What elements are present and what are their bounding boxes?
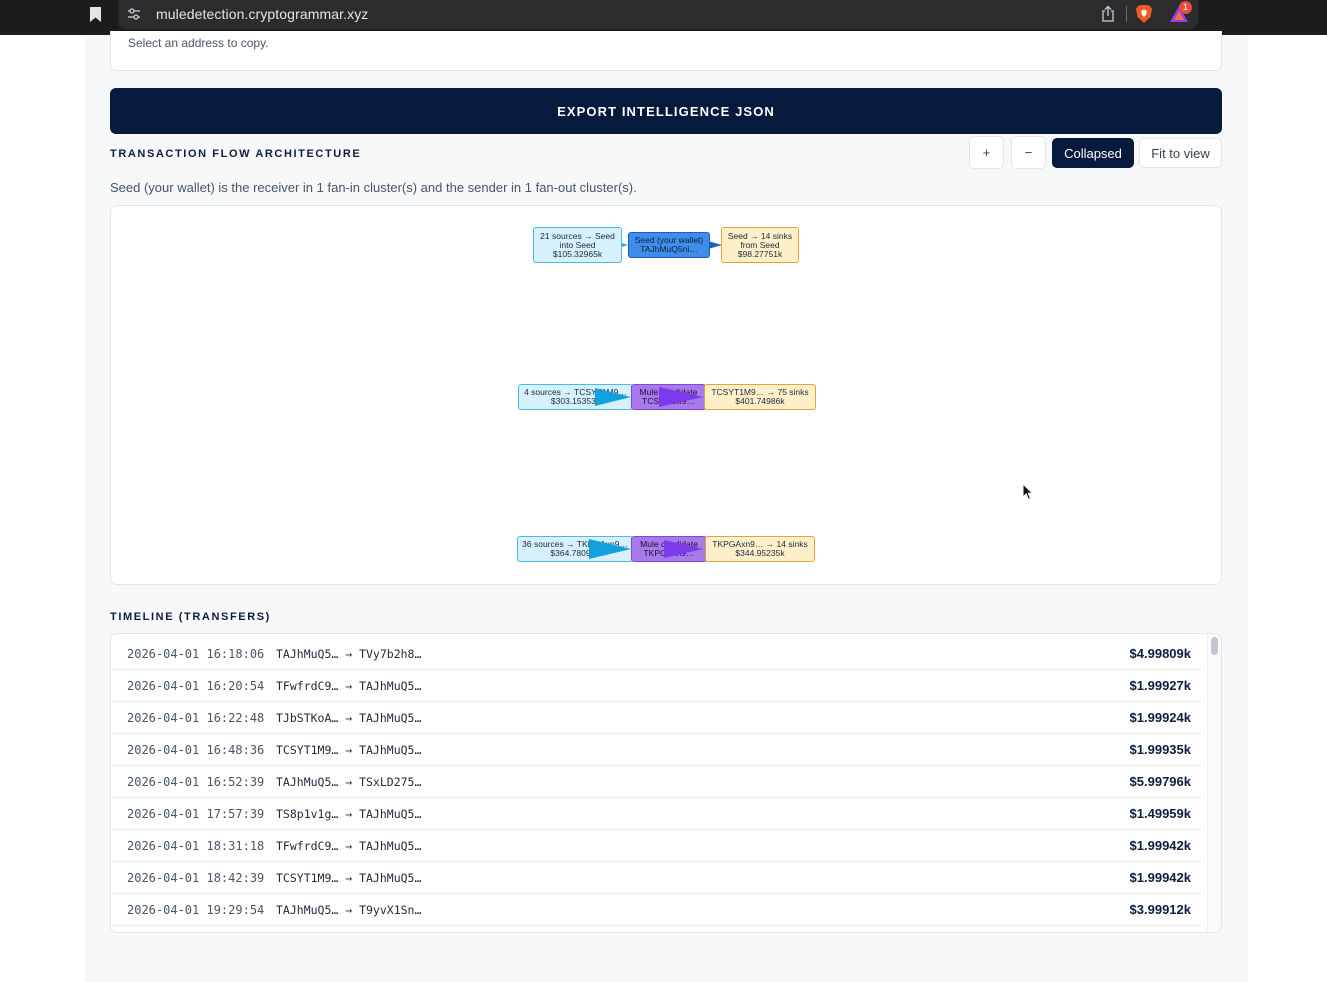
copy-hint: Select an address to copy. <box>128 36 269 50</box>
node-label: Seed → 14 sinks <box>727 231 793 241</box>
node-address: TAJhMuQ5ni… <box>640 245 698 254</box>
scrollbar-thumb[interactable] <box>1211 637 1218 655</box>
table-row[interactable]: 2026-04-01 16:18:06 TAJhMuQ5… → TVy7b2h8… <box>111 638 1201 670</box>
row-amount: $1.99935k <box>1129 742 1191 757</box>
node-address: TCSYT1M9… <box>642 397 695 406</box>
table-row[interactable]: 2026-04-01 18:42:39 TCSYT1M9… → TAJhMuQ5… <box>111 862 1201 894</box>
row-time: 2026-04-01 16:48:36 <box>127 743 265 757</box>
row-route[interactable]: TCSYT1M9… → TAJhMuQ5… <box>276 743 421 757</box>
row-route[interactable]: TAJhMuQ5… → TVy7b2h8… <box>276 647 421 661</box>
fit-to-view-button[interactable]: Fit to view <box>1139 138 1222 168</box>
table-row[interactable]: 2026-04-01 16:48:36 TCSYT1M9… → TAJhMuQ5… <box>111 734 1201 766</box>
timeline-list[interactable]: 2026-04-01 16:18:06 TAJhMuQ5… → TVy7b2h8… <box>110 633 1222 933</box>
table-row[interactable]: 2026-04-01 16:52:39 TAJhMuQ5… → TSxLD275… <box>111 766 1201 798</box>
bookmark-icon[interactable] <box>89 6 102 23</box>
row-amount: $1.49959k <box>1129 806 1191 821</box>
flow-graph-canvas[interactable]: 21 sources → Seed into Seed $105.32965k … <box>110 205 1222 585</box>
export-json-button[interactable]: EXPORT INTELLIGENCE JSON <box>110 88 1222 134</box>
row-amount: $1.99942k <box>1129 870 1191 885</box>
row-time: 2026-04-01 17:57:39 <box>127 807 265 821</box>
zoom-in-button[interactable]: + <box>969 136 1004 169</box>
notification-badge: 1 <box>1179 1 1192 14</box>
sink-cluster-node[interactable]: TCSYT1M9… → 75 sinks $401.74986k <box>704 384 816 410</box>
node-address: TKPGAxn9… <box>643 549 695 558</box>
brave-shield-icon[interactable] <box>1135 4 1153 24</box>
node-value: $401.74986k <box>735 397 785 406</box>
row-route[interactable]: TFwfrdC9… → TAJhMuQ5… <box>276 679 421 693</box>
row-route[interactable]: TFwfrdC9… → TAJhMuQ5… <box>276 839 421 853</box>
mule-candidate-node[interactable]: Mule candidate TKPGAxn9… <box>631 536 707 562</box>
row-time: 2026-04-01 18:31:18 <box>127 839 265 853</box>
source-cluster-node[interactable]: 21 sources → Seed into Seed $105.32965k <box>533 227 622 263</box>
node-value: $364.78098k <box>550 549 600 558</box>
flow-summary: Seed (your wallet) is the receiver in 1 … <box>110 180 637 195</box>
edge-arrow-seed-to-sinks <box>708 241 722 249</box>
node-label: Mule candidate <box>639 388 698 397</box>
page-content: Select an address to copy. EXPORT INTELL… <box>85 31 1248 982</box>
timeline-section-title: TIMELINE (TRANSFERS) <box>110 611 271 623</box>
flow-section-title: TRANSACTION FLOW ARCHITECTURE <box>110 148 362 160</box>
mouse-cursor-icon <box>1022 483 1034 501</box>
browser-toolbar: muledetection.cryptogrammar.xyz 1 <box>0 0 1327 35</box>
seed-wallet-node[interactable]: Seed (your wallet) TAJhMuQ5ni… <box>628 232 710 258</box>
table-row[interactable]: 2026-04-01 17:57:39 TS8p1v1g… → TAJhMuQ5… <box>111 798 1201 830</box>
node-label: into Seed <box>559 240 596 250</box>
row-route[interactable]: TAJhMuQ5… → TSxLD275… <box>276 775 421 789</box>
node-value: $344.95235k <box>735 549 785 558</box>
toolbar-separator <box>1126 6 1127 22</box>
share-icon[interactable] <box>1100 5 1116 23</box>
sink-cluster-node[interactable]: TKPGAxn9… → 14 sinks $344.95235k <box>705 536 815 562</box>
row-time: 2026-04-01 19:29:54 <box>127 903 265 917</box>
address-bar[interactable]: muledetection.cryptogrammar.xyz 1 <box>118 0 1198 29</box>
table-row[interactable]: 2026-04-01 19:29:54 TAJhMuQ5… → T9yvX1Sn… <box>111 894 1201 926</box>
row-time: 2026-04-01 16:22:48 <box>127 711 265 725</box>
row-route[interactable]: TJbSTKoA… → TAJhMuQ5… <box>276 711 421 725</box>
row-route[interactable]: TAJhMuQ5… → T9yvX1Sn… <box>276 903 421 917</box>
row-route[interactable]: TS8p1v1g… → TAJhMuQ5… <box>276 807 421 821</box>
row-amount: $1.99924k <box>1129 710 1191 725</box>
sink-cluster-node[interactable]: Seed → 14 sinks from Seed $98.27751k <box>721 227 799 263</box>
node-label: 4 sources → TCSYT1M9… <box>524 388 627 397</box>
source-cluster-node[interactable]: 4 sources → TCSYT1M9… $303.15353k <box>518 384 633 410</box>
node-label: 21 sources → Seed <box>540 231 615 241</box>
row-amount: $1.99927k <box>1129 678 1191 693</box>
node-value: $105.32965k <box>552 249 603 259</box>
node-value: $303.15353k <box>550 397 601 406</box>
node-label: Mule candidate <box>640 540 698 549</box>
collapsed-toggle-button[interactable]: Collapsed <box>1052 138 1134 168</box>
row-route[interactable]: TCSYT1M9… → TAJhMuQ5… <box>276 871 421 885</box>
url-text[interactable]: muledetection.cryptogrammar.xyz <box>156 6 368 22</box>
node-label: 36 sources → TKPGAxn9… <box>522 540 628 549</box>
tune-icon[interactable] <box>127 7 141 21</box>
mule-candidate-node[interactable]: Mule candidate TCSYT1M9… <box>631 384 706 410</box>
row-amount: $1.99942k <box>1129 838 1191 853</box>
timeline-scrollbar[interactable] <box>1207 634 1221 932</box>
row-time: 2026-04-01 16:20:54 <box>127 679 265 693</box>
table-row[interactable]: 2026-04-01 18:31:18 TFwfrdC9… → TAJhMuQ5… <box>111 830 1201 862</box>
node-label: from Seed <box>740 240 780 250</box>
node-label: Seed (your wallet) <box>634 236 704 245</box>
table-row[interactable]: 2026-04-01 16:20:54 TFwfrdC9… → TAJhMuQ5… <box>111 670 1201 702</box>
node-label: TCSYT1M9… → 75 sinks <box>711 388 809 397</box>
row-time: 2026-04-01 18:42:39 <box>127 871 265 885</box>
row-amount: $5.99796k <box>1129 774 1191 789</box>
row-time: 2026-04-01 16:52:39 <box>127 775 265 789</box>
address-copy-card: Select an address to copy. <box>110 31 1222 71</box>
row-time: 2026-04-01 16:18:06 <box>127 647 265 661</box>
node-value: $98.27751k <box>737 249 783 259</box>
zoom-out-button[interactable]: − <box>1011 136 1046 169</box>
row-amount: $3.99912k <box>1129 902 1191 917</box>
table-row[interactable]: 2026-04-01 16:22:48 TJbSTKoA… → TAJhMuQ5… <box>111 702 1201 734</box>
node-label: TKPGAxn9… → 14 sinks <box>712 540 808 549</box>
row-amount: $4.99809k <box>1129 646 1191 661</box>
source-cluster-node[interactable]: 36 sources → TKPGAxn9… $364.78098k <box>517 536 633 562</box>
